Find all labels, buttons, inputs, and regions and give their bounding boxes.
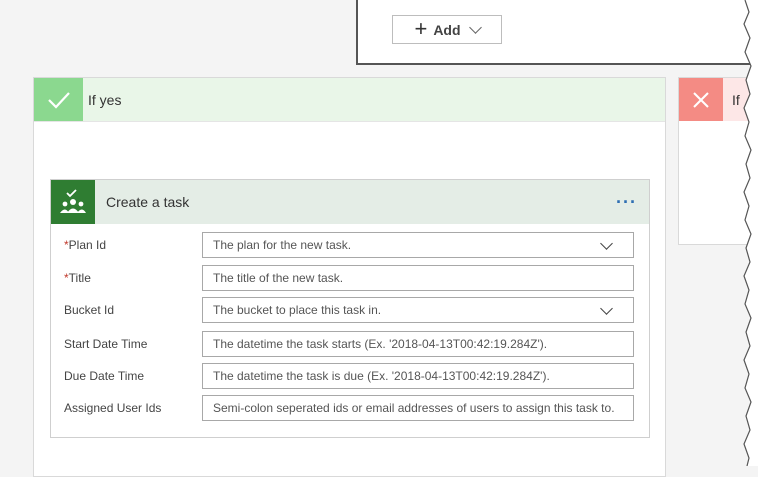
field-row-due-date: Due Date Time The datetime the task is d… [51,363,651,389]
create-task-card: Create a task ··· *Plan Id The plan for … [50,179,650,438]
field-label: Start Date Time [64,337,148,351]
chevron-down-icon [600,237,613,250]
torn-edge [743,0,758,466]
field-label: *Plan Id [64,238,107,252]
chevron-down-icon [468,21,482,34]
add-button-label: Add [433,21,461,38]
field-label: Bucket Id [64,303,115,317]
field-row-bucket-id: Bucket Id The bucket to place this task … [51,297,651,323]
field-label: Due Date Time [64,369,145,383]
planner-icon [51,180,95,224]
assigned-user-ids-input[interactable]: Semi-colon seperated ids or email addres… [202,395,634,421]
field-row-start-date: Start Date Time The datetime the task st… [51,331,651,357]
field-row-title: *Title The title of the new task. [51,265,651,291]
chevron-down-icon [600,302,613,315]
field-row-plan-id: *Plan Id The plan for the new task. [51,232,651,258]
due-date-input[interactable]: The datetime the task is due (Ex. '2018-… [202,363,634,389]
plan-id-dropdown[interactable]: The plan for the new task. [202,232,634,258]
create-task-header[interactable]: Create a task ··· [51,180,649,224]
create-task-title: Create a task [106,194,190,210]
more-options-icon[interactable]: ··· [616,192,637,213]
checkmark-icon [34,78,83,121]
field-row-assigned-users: Assigned User Ids Semi-colon seperated i… [51,395,651,421]
bucket-id-dropdown[interactable]: The bucket to place this task in. [202,297,634,323]
field-label: Assigned User Ids [64,401,162,415]
close-icon [679,78,723,121]
field-label: *Title [64,271,91,285]
plus-icon: + [414,15,428,41]
start-date-input[interactable]: The datetime the task starts (Ex. '2018-… [202,331,634,357]
if-yes-header[interactable]: If yes [34,78,665,122]
if-yes-title: If yes [88,91,122,108]
title-input[interactable]: The title of the new task. [202,265,634,291]
add-button[interactable]: + Add [392,15,502,44]
